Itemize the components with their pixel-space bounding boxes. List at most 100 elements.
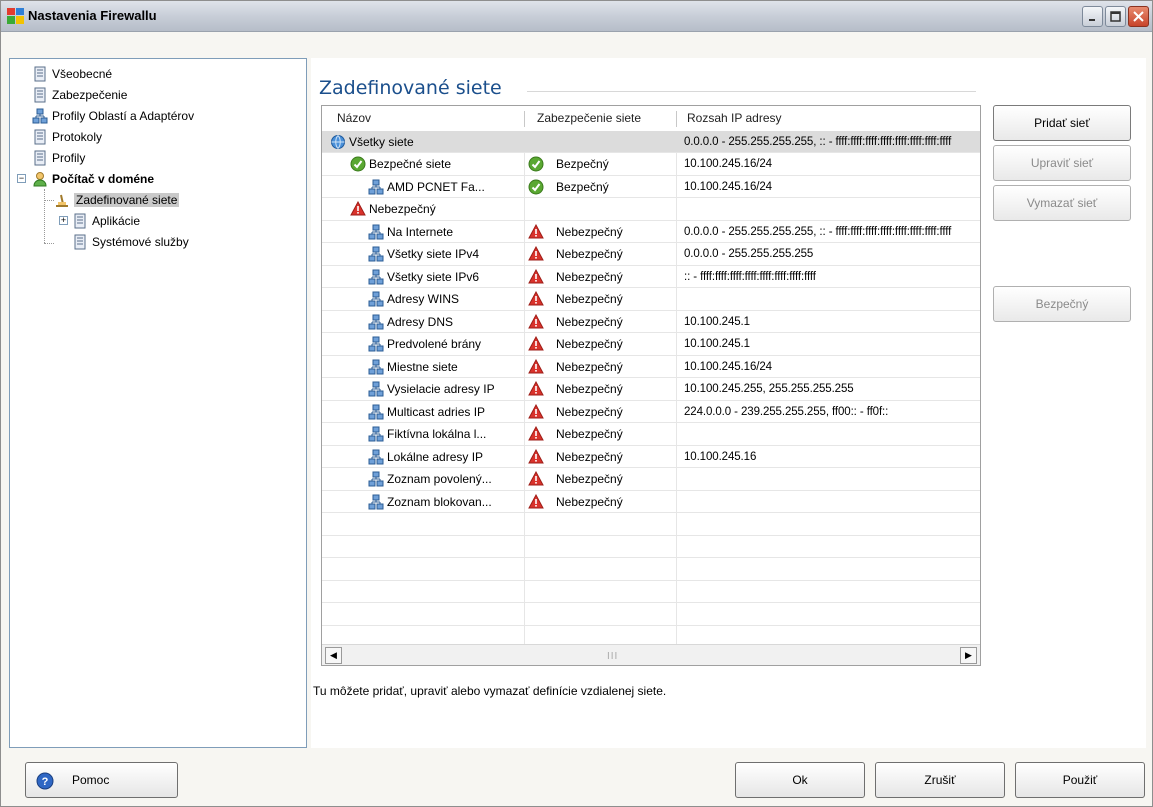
tree-item-systemove-sluzby[interactable]: Systémové služby: [72, 232, 189, 252]
cell-security: [528, 199, 673, 220]
table-row[interactable]: Všetky siete IPv4 Nebezpečný 0.0.0.0 - 255…: [322, 244, 980, 266]
table-row[interactable]: Predvolené brány Nebezpečný 10.100.245.1: [322, 334, 980, 356]
divider: [527, 91, 976, 92]
tree-item-zabezpecenie[interactable]: Zabezpečenie: [32, 85, 127, 105]
table-row[interactable]: Bezpečné siete Bezpečný 10.100.245.16/24: [322, 154, 980, 176]
network-icon: [368, 449, 384, 464]
network-broom-icon: [56, 194, 68, 207]
cell-security: Nebezpečný: [528, 491, 673, 512]
cell-ip-range: 224.0.0.0 - 239.255.255.255, ff00:: - ff…: [684, 405, 889, 418]
cell-name: Bezpečné siete: [350, 154, 522, 175]
cell-ip-range: 10.100.245.1: [684, 315, 750, 328]
close-icon: [1133, 11, 1144, 22]
column-header-ip-range[interactable]: Rozsah IP adresy: [680, 106, 980, 131]
tree-connector: [44, 189, 45, 243]
security-status: Nebezpečný: [556, 404, 623, 419]
cell-name: Vysielacie adresy IP: [368, 379, 522, 400]
cancel-button[interactable]: Zrušiť: [875, 762, 1005, 798]
horizontal-scrollbar[interactable]: ◀ III ▶: [322, 644, 980, 665]
table-row: [322, 581, 980, 603]
document-icon: [34, 150, 46, 166]
document-icon: [34, 66, 46, 82]
security-status: Nebezpečný: [556, 449, 623, 464]
minimize-button[interactable]: [1082, 6, 1103, 27]
table-row[interactable]: AMD PCNET Fa... Bezpečný 10.100.245.16/24: [322, 176, 980, 198]
tree-item-aplikacie[interactable]: Aplikácie: [72, 211, 140, 231]
tree-item-label: Profily Oblastí a Adaptérov: [52, 109, 195, 123]
edit-network-button[interactable]: Upraviť sieť: [993, 145, 1131, 181]
table-row[interactable]: Nebezpečný: [322, 199, 980, 221]
tree-item-profily-oblasti[interactable]: Profily Oblastí a Adaptérov: [32, 106, 194, 126]
cell-name: Všetky siete: [330, 131, 522, 152]
table-row[interactable]: Všetky siete 0.0.0.0 - 255.255.255.255, :…: [322, 131, 980, 153]
expand-toggle-aplikacie[interactable]: +: [59, 216, 68, 225]
ok-button[interactable]: Ok: [735, 762, 865, 798]
table-row[interactable]: Lokálne adresy IP Nebezpečný 10.100.245.16: [322, 446, 980, 468]
cell-security: Nebezpečný: [528, 379, 673, 400]
apply-button[interactable]: Použiť: [1015, 762, 1145, 798]
delete-network-button[interactable]: Vymazať sieť: [993, 185, 1131, 221]
warning-icon: [528, 336, 544, 351]
table-row[interactable]: Všetky siete IPv6 Nebezpečný:: - ffff:fff…: [322, 266, 980, 288]
security-status: Nebezpečný: [556, 337, 623, 351]
cell-ip-range: [684, 199, 978, 220]
cell-name: Adresy WINS: [368, 289, 522, 310]
security-status: Nebezpečný: [556, 359, 623, 374]
warning-icon: [528, 223, 544, 238]
table-row[interactable]: Miestne siete Nebezpečný 10.100.245.16/24: [322, 356, 980, 378]
document-icon: [34, 129, 46, 145]
title-bar[interactable]: Nastavenia Firewallu: [1, 1, 1152, 32]
tree-item-protokoly[interactable]: Protokoly: [32, 127, 102, 147]
networks-table[interactable]: Názov Zabezpečenie siete Rozsah IP adres…: [321, 105, 981, 666]
maximize-button[interactable]: [1105, 6, 1126, 27]
scroll-left-button[interactable]: ◀: [325, 647, 342, 664]
cell-name: Všetky siete IPv4: [368, 244, 522, 265]
page-title: Zadefinované siete: [319, 77, 502, 99]
security-status: Bezpečný: [556, 157, 609, 171]
safe-button[interactable]: Bezpečný: [993, 286, 1131, 322]
network-icon: [368, 314, 384, 329]
tree-item-zadefinovane-siete[interactable]: Zadefinované siete: [54, 190, 180, 210]
table-row[interactable]: Adresy WINS Nebezpečný: [322, 289, 980, 311]
close-button[interactable]: [1128, 6, 1149, 27]
table-row[interactable]: Multicast adries IP Nebezpečný 224.0.0.0 -…: [322, 401, 980, 423]
maximize-icon: [1110, 11, 1121, 22]
help-button[interactable]: ? Pomoc: [25, 762, 178, 798]
safe-check-icon: [528, 156, 544, 172]
network-icon: [368, 494, 384, 509]
security-status: Nebezpečný: [556, 382, 623, 396]
scroll-right-button[interactable]: ▶: [960, 647, 977, 664]
collapse-toggle-pocitac[interactable]: −: [17, 174, 26, 183]
security-status: Nebezpečný: [556, 269, 623, 284]
table-row[interactable]: Fiktívna lokálna l... Nebezpečný: [322, 424, 980, 446]
cell-name: Miestne siete: [368, 356, 522, 377]
network-icon: [368, 381, 384, 397]
cell-ip-range: [684, 469, 978, 490]
scroll-thumb-grip[interactable]: III: [607, 651, 618, 662]
cell-security: Nebezpečný: [528, 244, 673, 265]
warning-icon: [350, 201, 366, 216]
tree-item-profily[interactable]: Profily: [32, 148, 85, 168]
column-separator[interactable]: [676, 111, 677, 127]
table-row[interactable]: Zoznam blokovan... Nebezpečný: [322, 491, 980, 513]
tree-item-pocitac-v-domene[interactable]: Počítač v doméne: [32, 169, 154, 189]
network-name: Na Internete: [387, 224, 454, 239]
table-row[interactable]: Adresy DNS Nebezpečný 10.100.245.1: [322, 311, 980, 333]
add-network-button[interactable]: Pridať sieť: [993, 105, 1131, 141]
cell-security: Nebezpečný: [528, 311, 673, 332]
warning-icon: [528, 448, 544, 463]
warning-icon: [528, 493, 544, 508]
table-row[interactable]: Zoznam povolený... Nebezpečný: [322, 469, 980, 491]
tree-item-label: Aplikácie: [92, 214, 141, 228]
column-header-name[interactable]: Názov: [330, 106, 525, 131]
cell-ip-range: 10.100.245.255, 255.255.255.255: [684, 383, 854, 395]
table-row[interactable]: Vysielacie adresy IP Nebezpečný 10.100.245…: [322, 379, 980, 401]
tree-item-vseobecne[interactable]: Všeobecné: [32, 64, 112, 84]
column-separator[interactable]: [524, 111, 525, 127]
warning-icon: [528, 381, 544, 396]
tree-item-label: Profily: [52, 151, 86, 165]
settings-tree[interactable]: Všeobecné Zabezpečenie Profily Oblastí a…: [9, 58, 307, 748]
column-header-security[interactable]: Zabezpečenie siete: [530, 106, 675, 131]
table-row[interactable]: Na Internete Nebezpečný 0.0.0.0 - 255.255.…: [322, 221, 980, 243]
network-icon: [368, 471, 384, 487]
